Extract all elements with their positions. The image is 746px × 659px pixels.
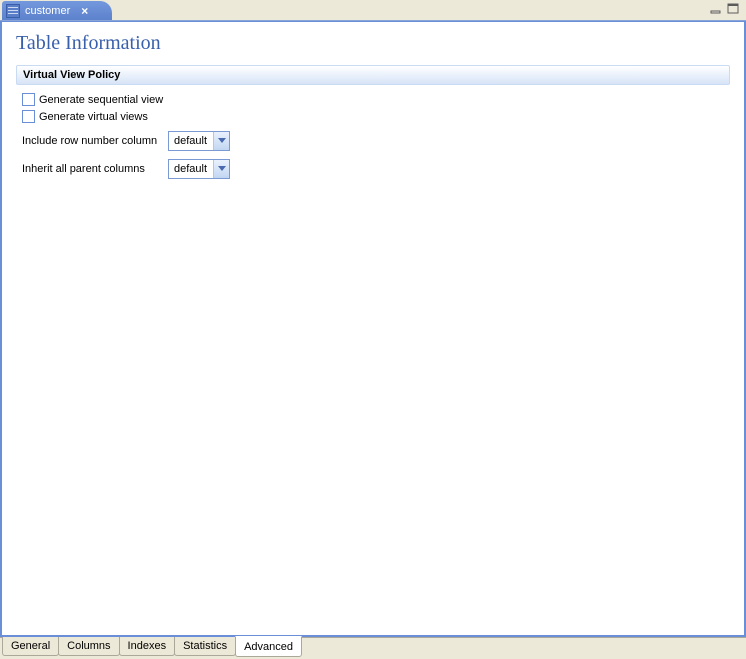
inherit-parent-columns-value: default (174, 163, 207, 175)
window-controls (710, 3, 740, 15)
generate-sequential-checkbox[interactable] (22, 93, 35, 106)
tab-indexes[interactable]: Indexes (119, 637, 176, 656)
minimize-icon[interactable] (710, 3, 723, 15)
editor-tab-bar: customer × (0, 0, 746, 21)
chevron-down-icon (213, 160, 229, 178)
include-row-number-value: default (174, 135, 207, 147)
table-icon (6, 4, 20, 18)
tab-columns[interactable]: Columns (58, 637, 119, 656)
maximize-icon[interactable] (727, 3, 740, 15)
virtual-view-policy-section: Virtual View Policy Generate sequential … (16, 65, 730, 181)
include-row-number-label: Include row number column (22, 135, 162, 147)
inherit-parent-columns-label: Inherit all parent columns (22, 163, 162, 175)
section-header: Virtual View Policy (16, 65, 730, 85)
inherit-parent-columns-row: Inherit all parent columns default (22, 159, 724, 179)
editor-content: Table Information Virtual View Policy Ge… (0, 21, 746, 637)
include-row-number-row: Include row number column default (22, 131, 724, 151)
tab-statistics[interactable]: Statistics (174, 637, 236, 656)
generate-virtual-row: Generate virtual views (22, 110, 724, 123)
bottom-tab-bar: General Columns Indexes Statistics Advan… (0, 637, 746, 658)
close-icon[interactable]: × (81, 5, 88, 17)
section-body: Generate sequential view Generate virtua… (16, 85, 730, 181)
tab-advanced[interactable]: Advanced (235, 636, 302, 657)
editor-tab-label: customer (25, 5, 70, 17)
generate-sequential-row: Generate sequential view (22, 93, 724, 106)
generate-virtual-checkbox[interactable] (22, 110, 35, 123)
editor-tab-customer[interactable]: customer × (2, 1, 112, 20)
generate-virtual-label: Generate virtual views (39, 111, 148, 123)
page-title: Table Information (16, 32, 730, 55)
include-row-number-select[interactable]: default (168, 131, 230, 151)
chevron-down-icon (213, 132, 229, 150)
tab-general[interactable]: General (2, 637, 59, 656)
inherit-parent-columns-select[interactable]: default (168, 159, 230, 179)
generate-sequential-label: Generate sequential view (39, 94, 163, 106)
